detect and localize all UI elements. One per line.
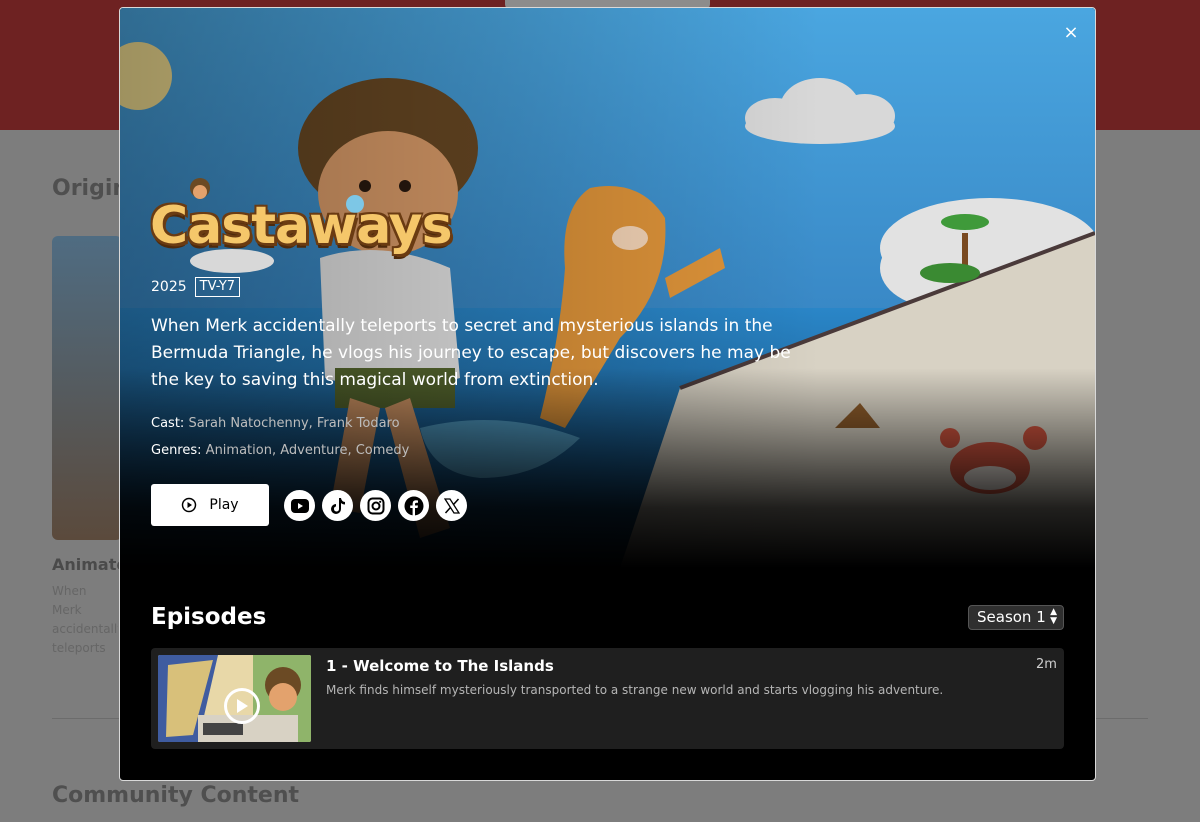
background-community-title: Community Content <box>52 783 300 808</box>
show-logo: Castaways <box>150 158 453 278</box>
cast-label: Cast: <box>151 416 185 431</box>
show-details-modal: × Castaways 2025 TV-Y7 When Merk acciden… <box>119 7 1096 781</box>
genres-list: Animation, Adventure, Comedy <box>205 443 410 458</box>
hero-fade <box>120 368 1095 568</box>
season-selected-value: Season 1 <box>977 608 1046 626</box>
x-icon <box>443 497 460 514</box>
episode-title: 1 - Welcome to The Islands <box>326 657 554 675</box>
episode-row[interactable]: 1 - Welcome to The Islands Merk finds hi… <box>151 648 1064 749</box>
show-title: Castaways <box>150 196 453 256</box>
tiktok-link[interactable] <box>322 490 353 521</box>
season-select[interactable]: Season 1 ▲ ▼ <box>968 605 1064 630</box>
play-label: Play <box>209 497 239 513</box>
episode-thumbnail <box>158 655 311 742</box>
play-button[interactable]: Play <box>151 484 269 526</box>
tiktok-icon <box>330 497 345 514</box>
show-meta: 2025 TV-Y7 <box>151 277 241 297</box>
youtube-icon <box>290 498 309 513</box>
social-links <box>284 490 467 521</box>
instagram-icon <box>367 497 384 514</box>
episode-duration: 2m <box>1036 657 1057 672</box>
rating-badge: TV-Y7 <box>194 277 241 297</box>
close-icon: × <box>1063 22 1079 43</box>
background-card-description: When Merk accidentally teleports to secr… <box>52 584 118 655</box>
facebook-link[interactable] <box>398 490 429 521</box>
play-circle-icon <box>182 497 197 513</box>
background-card-image[interactable] <box>52 236 122 540</box>
cast-names: Sarah Natochenny, Frank Todaro <box>188 416 400 431</box>
episodes-heading: Episodes <box>151 604 267 630</box>
select-arrows-icon: ▲ ▼ <box>1050 607 1057 626</box>
youtube-link[interactable] <box>284 490 315 521</box>
cast-line: Cast: Sarah Natochenny, Frank Todaro <box>151 416 400 431</box>
instagram-link[interactable] <box>360 490 391 521</box>
genres-label: Genres: <box>151 443 202 458</box>
facebook-icon <box>404 496 423 516</box>
episode-play-icon <box>224 688 260 724</box>
episode-description: Merk finds himself mysteriously transpor… <box>326 683 944 697</box>
show-description: When Merk accidentally teleports to secr… <box>151 316 791 390</box>
genres-line: Genres: Animation, Adventure, Comedy <box>151 443 409 458</box>
release-year: 2025 <box>151 279 187 295</box>
close-button[interactable]: × <box>1058 20 1084 46</box>
x-link[interactable] <box>436 490 467 521</box>
